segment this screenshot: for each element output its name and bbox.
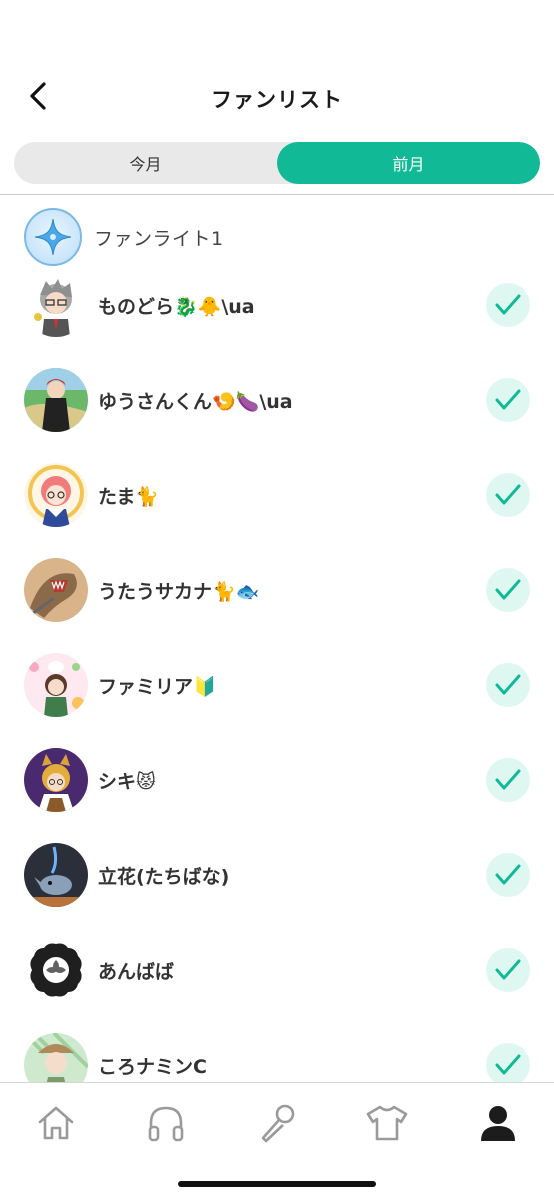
avatar [24, 558, 88, 622]
list-item[interactable]: たま🐈 [0, 448, 554, 542]
fan-name: ゆうさんくん🍤🍆\ua [98, 390, 293, 413]
check-button[interactable] [486, 378, 530, 422]
page-title: ファンリスト [211, 88, 343, 112]
fan-name: たま🐈 [98, 485, 160, 508]
checkmark-icon [495, 389, 521, 410]
checkmark-icon [495, 959, 521, 980]
tab-this-month[interactable]: 今月 [14, 142, 277, 184]
fan-list[interactable]: ものどら🐉🐥\ua ゆうさんくん🍤🍆\ua たま🐈 うたうサカナ🐈🐟 ファミリア… [0, 258, 554, 1082]
profile-icon [481, 1106, 515, 1141]
check-button[interactable] [486, 568, 530, 612]
fan-name: ころナミンC [98, 1055, 207, 1078]
headphones-icon [148, 1106, 184, 1142]
checkmark-icon [495, 674, 521, 695]
checkmark-icon [495, 864, 521, 885]
month-segmented-control: 今月 前月 [14, 142, 540, 184]
tshirt-icon [366, 1105, 408, 1141]
avatar [24, 1033, 88, 1082]
check-button[interactable] [486, 663, 530, 707]
check-button[interactable] [486, 948, 530, 992]
fan-name: ファミリア🔰 [98, 675, 217, 698]
list-item[interactable]: ころナミンC [0, 1018, 554, 1082]
list-item[interactable]: シキ😾 [0, 733, 554, 827]
check-button[interactable] [486, 1043, 530, 1082]
fan-name: シキ😾 [98, 770, 156, 793]
checkmark-icon [495, 484, 521, 505]
list-item[interactable]: あんばば [0, 923, 554, 1017]
checkmark-icon [495, 294, 521, 315]
list-item[interactable]: 立花(たちばな) [0, 828, 554, 922]
avatar [24, 463, 88, 527]
list-item[interactable]: ゆうさんくん🍤🍆\ua [0, 353, 554, 447]
tab-wardrobe[interactable] [365, 1101, 409, 1145]
list-item[interactable]: ファミリア🔰 [0, 638, 554, 732]
fan-name: 立花(たちばな) [98, 865, 230, 888]
fan-name: うたうサカナ🐈🐟 [98, 580, 260, 603]
avatar [24, 653, 88, 717]
fan-name: あんばば [98, 960, 175, 983]
microphone-icon [261, 1104, 295, 1143]
tab-last-month[interactable]: 前月 [277, 142, 540, 184]
fan-name: ものどら🐉🐥\ua [98, 295, 255, 318]
header: ファンリスト [0, 0, 554, 135]
avatar [24, 748, 88, 812]
check-button[interactable] [486, 283, 530, 327]
tab-profile[interactable] [476, 1101, 520, 1145]
avatar [24, 368, 88, 432]
avatar [24, 273, 88, 337]
check-button[interactable] [486, 853, 530, 897]
divider [0, 194, 554, 195]
avatar [24, 938, 88, 1002]
list-item[interactable]: うたうサカナ🐈🐟 [0, 543, 554, 637]
fan-rank-label: ファンライト1 [94, 227, 224, 250]
check-button[interactable] [486, 473, 530, 517]
home-indicator [178, 1181, 376, 1187]
checkmark-icon [495, 579, 521, 600]
checkmark-icon [495, 1054, 521, 1075]
checkmark-icon [495, 769, 521, 790]
check-button[interactable] [486, 758, 530, 802]
list-item[interactable]: ものどら🐉🐥\ua [0, 258, 554, 352]
tab-sing[interactable] [255, 1101, 299, 1145]
home-icon [38, 1106, 74, 1140]
avatar [24, 843, 88, 907]
tab-home[interactable] [34, 1101, 78, 1145]
tab-listen[interactable] [144, 1101, 188, 1145]
